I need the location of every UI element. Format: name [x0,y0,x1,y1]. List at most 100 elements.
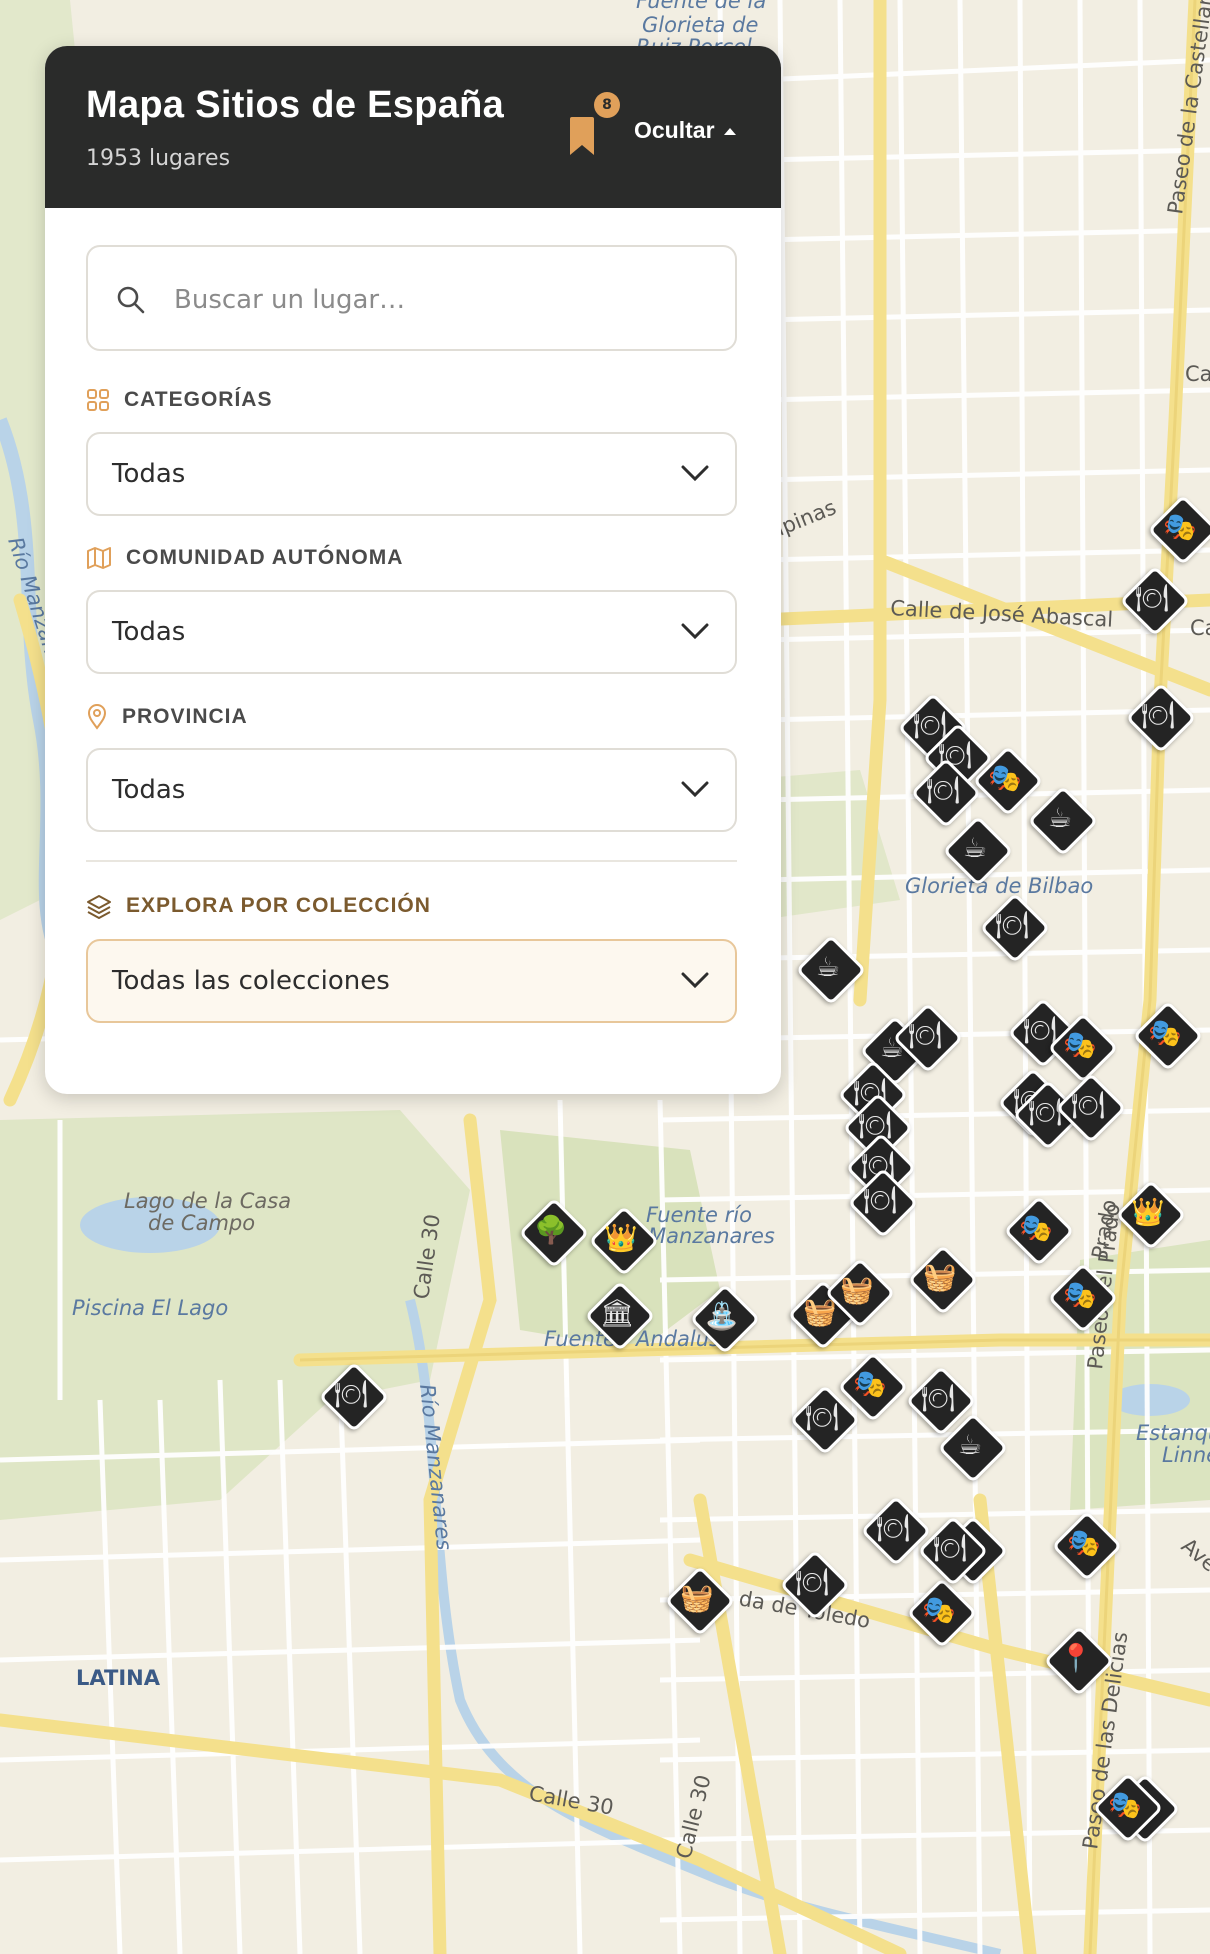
restaurant-icon: 🍽 [794,1566,830,1598]
community-value: Todas [112,617,186,647]
map-marker[interactable]: 🍽 [1125,682,1197,754]
collection-value: Todas las colecciones [112,966,390,996]
tree-icon: 🌳 [534,1214,568,1246]
categories-select[interactable]: Todas [86,432,737,516]
categories-label: CATEGORÍAS [124,388,273,411]
chevron-down-icon [681,465,709,482]
categories-value: Todas [112,459,186,489]
map-marker[interactable]: 🧺 [664,1565,736,1637]
hide-panel-label: Ocultar [634,117,715,143]
province-select[interactable]: Todas [86,748,737,832]
map-marker[interactable]: 👑 [588,1205,660,1277]
map-marker[interactable]: 📍 [1043,1625,1115,1697]
collection-select[interactable]: Todas las colecciones [86,939,737,1023]
restaurant-icon: 🍽 [932,1532,968,1564]
coffee-icon: ☕ [962,832,988,864]
map-marker[interactable]: 🍽 [318,1361,390,1433]
theater-icon: 🎭 [1067,1527,1101,1559]
map-label: Estanque [1136,1421,1210,1445]
map-marker[interactable]: 🎭 [1092,1772,1164,1844]
map-marker[interactable]: 🎭 [906,1577,978,1649]
map-marker[interactable]: 🍽 [979,892,1051,964]
map-marker[interactable]: 🎭 [1047,1262,1119,1334]
map-label: Ca [1190,616,1210,640]
map-marker[interactable]: ☕ [942,815,1014,887]
hide-panel-button[interactable]: Ocultar [634,117,737,144]
map-label: Ca [1185,362,1210,386]
restaurant-icon: 🍽 [1140,699,1176,731]
map-label: Linneo [1162,1443,1210,1467]
restaurant-icon: 🍽 [804,1401,840,1433]
map-label: Glorieta de [642,13,758,37]
map-label: Lago de la Casa [124,1189,291,1213]
map-marker[interactable]: 🧺 [824,1257,896,1329]
map-marker[interactable]: 🍽 [779,1549,851,1621]
basket-icon: 🧺 [840,1274,874,1306]
map-marker[interactable]: ☕ [1027,785,1099,857]
restaurant-icon: 🍽 [907,1019,943,1051]
map-marker[interactable]: 🍽 [789,1384,861,1456]
theater-icon: 🎭 [1108,1789,1142,1821]
map-marker[interactable]: 🍽 [1055,1072,1127,1144]
divider [86,860,737,862]
restaurant-icon: 🍽 [925,774,961,806]
chevron-down-icon [681,781,709,798]
theater-icon: 🎭 [1019,1212,1053,1244]
search-panel: Mapa Sitios de España 1953 lugares 8 Ocu… [45,46,781,1094]
map-label: Manzanares [648,1224,775,1248]
restaurant-icon: 🍽 [1070,1089,1106,1121]
map-icon [87,547,111,569]
places-count: 1953 lugares [86,146,231,171]
coffee-icon: ☕ [957,1429,983,1461]
map-label: Fuente de la [636,0,766,13]
province-value: Todas [112,775,186,805]
search-icon [117,286,145,314]
pin-icon: 📍 [1059,1642,1093,1674]
panel-header: Mapa Sitios de España 1953 lugares 8 Ocu… [45,46,781,208]
province-label: PROVINCIA [122,705,248,728]
map-marker[interactable]: 🎭 [1003,1195,1075,1267]
map-marker[interactable]: 🧺 [907,1244,979,1316]
grid-icon [87,389,109,411]
community-heading: COMUNIDAD AUTÓNOMA [86,546,403,570]
community-label: COMUNIDAD AUTÓNOMA [126,546,404,569]
map-label: LATINA [76,1666,161,1690]
crown-icon: 👑 [1131,1196,1165,1228]
coffee-icon: ☕ [1047,802,1073,834]
map-marker[interactable]: 🏛 [584,1280,656,1352]
restaurant-icon: 🍽 [875,1512,911,1544]
crown-icon: 👑 [604,1222,638,1254]
map-marker[interactable]: 🎭 [1051,1510,1123,1582]
basket-icon: 🧺 [680,1582,714,1614]
map-marker[interactable]: ☕ [795,934,867,1006]
theater-icon: 🎭 [1148,1017,1182,1049]
chevron-down-icon [681,623,709,640]
map-marker[interactable]: 🎭 [1147,494,1210,566]
search-input[interactable] [172,269,696,331]
theater-icon: 🎭 [922,1594,956,1626]
map-marker[interactable]: 🍽 [917,1515,989,1587]
page-title: Mapa Sitios de España [86,84,505,126]
basket-icon: 🧺 [923,1261,957,1293]
map-marker[interactable]: 👑 [1115,1179,1187,1251]
palace-icon: 🏛 [599,1297,635,1329]
map-marker[interactable]: ☕ [937,1412,1009,1484]
map-label: Piscina El Lago [72,1296,228,1320]
map-marker[interactable]: 🍽 [892,1002,964,1074]
map-marker[interactable]: 🍽 [847,1167,919,1239]
map-marker[interactable]: ⛲ [689,1283,761,1355]
map-marker[interactable]: 🎭 [1132,1000,1204,1072]
search-box[interactable] [86,245,737,351]
map-marker[interactable]: 🍽 [910,757,982,829]
collection-heading: EXPLORA POR COLECCIÓN [86,893,431,919]
map-marker[interactable]: 🌳 [518,1197,590,1269]
fountain-icon: ⛲ [705,1300,739,1332]
layers-icon [87,895,111,919]
map-marker[interactable]: 🍽 [1119,565,1191,637]
map-marker[interactable]: 🍽 [860,1495,932,1567]
collection-label: EXPLORA POR COLECCIÓN [126,894,431,917]
map-label: de Campo [148,1211,255,1235]
caret-up-icon [723,127,736,135]
bookmark-icon[interactable] [567,115,597,157]
community-select[interactable]: Todas [86,590,737,674]
